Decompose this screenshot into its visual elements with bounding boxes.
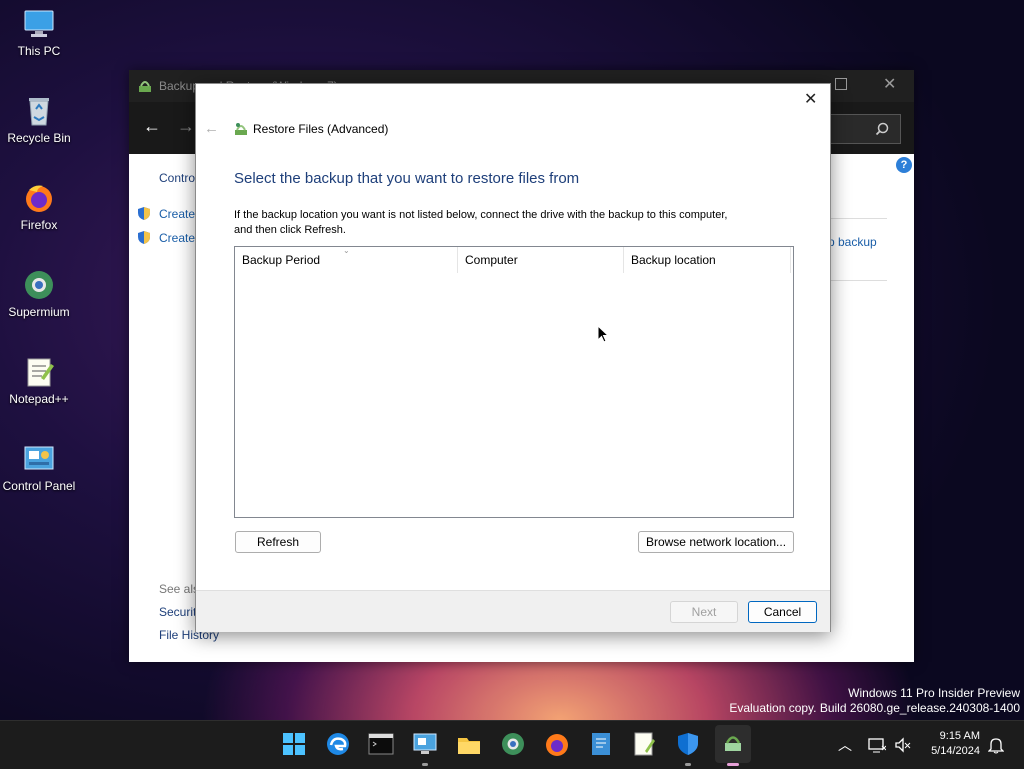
setup-backup-link[interactable]: p backup — [828, 235, 877, 249]
running-indicator — [685, 763, 691, 766]
desktop-icon-label: Notepad++ — [9, 392, 69, 406]
supermium-icon[interactable] — [500, 731, 526, 757]
desktop-icon-this-pc[interactable]: This PC — [0, 8, 79, 58]
shield-icon — [138, 231, 150, 244]
evaluation-watermark: Windows 11 Pro Insider Preview Evaluatio… — [700, 686, 1020, 716]
running-indicator — [422, 763, 428, 766]
file-explorer-icon[interactable] — [456, 731, 482, 757]
maximize-button[interactable] — [835, 78, 847, 90]
notepadpp-icon[interactable] — [631, 731, 657, 757]
search-icon — [875, 122, 889, 136]
mouse-cursor-icon — [597, 325, 609, 343]
back-arrow-icon[interactable]: ← — [143, 116, 161, 137]
column-header-computer[interactable]: Computer — [458, 247, 624, 273]
desktop-icon-control-panel[interactable]: Control Panel — [0, 443, 79, 493]
desktop-icon-notepadpp[interactable]: Notepad++ — [0, 356, 79, 406]
cancel-button[interactable]: Cancel — [748, 601, 817, 623]
notification-bell-icon[interactable] — [988, 736, 1004, 754]
shield-icon — [138, 207, 150, 220]
backup-icon — [139, 81, 151, 92]
defender-icon[interactable] — [675, 731, 701, 757]
forward-arrow-icon[interactable]: → — [177, 116, 195, 137]
divider — [823, 280, 887, 281]
computer-icon — [23, 8, 55, 40]
notepad-icon[interactable] — [588, 731, 614, 757]
desktop-icon-recycle-bin[interactable]: Recycle Bin — [0, 95, 79, 145]
start-icon[interactable] — [281, 731, 307, 757]
backup-icon[interactable] — [715, 725, 751, 763]
active-indicator — [727, 763, 739, 766]
help-icon[interactable]: ? — [896, 157, 912, 173]
desktop-icon-label: Supermium — [8, 305, 70, 319]
restore-files-dialog: ✕ ← Restore Files (Advanced) Select the … — [195, 83, 831, 632]
desktop-icon-label: Recycle Bin — [7, 131, 71, 145]
sidebar-item-create-1[interactable]: Create — [159, 207, 195, 221]
dialog-footer: Next Cancel — [196, 590, 830, 632]
search-input[interactable] — [819, 114, 901, 144]
terminal-icon[interactable] — [368, 731, 394, 757]
column-header-backup-location[interactable]: Backup location — [624, 247, 791, 273]
taskbar: ︿ 9:15 AM 5/14/2024 — [0, 720, 1024, 769]
dialog-description: If the backup location you want is not l… — [234, 209, 728, 236]
edge-icon[interactable] — [325, 731, 351, 757]
backup-icon — [235, 123, 247, 135]
refresh-button[interactable]: Refresh — [235, 531, 321, 553]
control-panel-icon — [23, 443, 55, 475]
remote-desktop-icon[interactable] — [412, 731, 438, 757]
sidebar-heading[interactable]: Control — [159, 171, 198, 185]
system-clock[interactable]: 9:15 AM 5/14/2024 — [918, 729, 980, 759]
clock-date: 5/14/2024 — [931, 745, 980, 757]
dialog-back-icon[interactable]: ← — [204, 120, 219, 137]
desktop-icon-label: Firefox — [20, 218, 58, 232]
browse-network-location-button[interactable]: Browse network location... — [638, 531, 794, 553]
volume-muted-icon[interactable] — [894, 736, 912, 754]
next-button[interactable]: Next — [670, 601, 738, 623]
window-close-button[interactable]: ✕ — [883, 74, 896, 94]
desktop-icon-firefox[interactable]: Firefox — [0, 182, 79, 232]
clock-time: 9:15 AM — [939, 730, 980, 742]
desktop-icon-label: Control Panel — [2, 479, 76, 493]
notepadpp-icon — [23, 356, 55, 388]
show-hidden-icons-chevron-icon[interactable]: ︿ — [838, 735, 852, 755]
desktop-icon-supermium[interactable]: Supermium — [0, 269, 79, 319]
recycle-bin-icon — [23, 95, 55, 127]
watermark-line-2: Evaluation copy. Build 26080.ge_release.… — [729, 701, 1020, 715]
firefox-icon[interactable] — [544, 731, 570, 757]
watermark-line-1: Windows 11 Pro Insider Preview — [848, 686, 1020, 700]
sidebar-item-create-2[interactable]: Create — [159, 231, 195, 245]
dialog-close-icon[interactable]: ✕ — [804, 89, 817, 109]
supermium-icon — [23, 269, 55, 301]
dialog-title: Restore Files (Advanced) — [253, 122, 389, 136]
dialog-heading: Select the backup that you want to resto… — [234, 170, 580, 187]
network-icon[interactable] — [868, 736, 886, 754]
backup-list[interactable]: ⌄ Backup Period Computer Backup location — [234, 246, 794, 518]
divider — [823, 218, 887, 219]
firefox-icon — [23, 182, 55, 214]
column-header-backup-period[interactable]: Backup Period — [235, 247, 458, 273]
desktop-icon-label: This PC — [17, 44, 61, 58]
